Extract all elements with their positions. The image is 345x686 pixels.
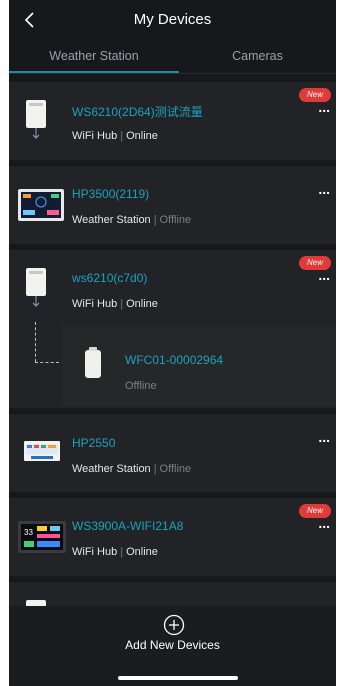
more-menu-icon[interactable]: ... (318, 182, 330, 196)
device-card[interactable]: HP3500(2119) Weather Station | Offline ... (9, 166, 336, 244)
plus-circle-icon[interactable] (163, 614, 185, 636)
weather-station-device-icon (24, 441, 60, 461)
separator: | (153, 463, 157, 475)
connector-line (35, 362, 59, 363)
home-indicator (118, 676, 238, 680)
device-status: Online (126, 298, 158, 310)
device-status: Online (126, 546, 158, 558)
add-new-devices-button[interactable]: Add New Devices (9, 638, 336, 652)
device-card[interactable]: WS6210(2D64)测试流量 WiFi Hub | Online New ... (9, 82, 336, 160)
device-card[interactable]: ws6210(c7d0) WiFi Hub | Online New ... WFC… (9, 250, 336, 408)
tab-weather-station[interactable]: Weather Station (9, 49, 179, 63)
device-meta: WiFi Hub | Online (72, 546, 158, 558)
more-menu-icon[interactable]: ... (318, 516, 330, 530)
device-status: Offline (159, 463, 192, 475)
device-type: WiFi Hub (72, 130, 118, 142)
separator: | (153, 214, 157, 226)
separator: | (120, 130, 124, 142)
device-card[interactable]: 33 WS3900A-WIFI21A8 WiFi Hub | Online New … (9, 498, 336, 576)
sub-device-card[interactable]: WFC01-00002964 Offline (62, 326, 336, 406)
tab-bar: Weather Station Cameras (9, 42, 336, 74)
device-name: HP2550 (72, 436, 116, 450)
separator: | (120, 298, 124, 310)
tab-cameras[interactable]: Cameras (179, 49, 336, 63)
device-meta: Weather Station | Offline (72, 463, 191, 475)
wifi-hub-device-icon (26, 100, 46, 139)
page-title: My Devices (133, 11, 212, 28)
svg-text:33: 33 (24, 528, 33, 537)
device-status: Online (126, 130, 158, 142)
device-type: Weather Station (72, 214, 151, 226)
sub-device-status: Offline (125, 380, 157, 392)
device-name: ws6210(c7d0) (72, 271, 148, 285)
device-type: WiFi Hub (72, 546, 118, 558)
more-menu-icon[interactable]: ... (318, 430, 330, 444)
screen: My Devices Weather Station Cameras WS621… (9, 0, 336, 686)
device-meta: WiFi Hub | Online (72, 130, 158, 142)
sub-device-icon (85, 347, 101, 378)
weather-station-device-icon (18, 189, 64, 221)
more-menu-icon[interactable]: ... (318, 268, 330, 282)
wifi-hub-device-icon (26, 268, 46, 307)
footer: Add New Devices (9, 606, 336, 686)
device-meta: Weather Station | Offline (72, 214, 191, 226)
device-card[interactable]: HP2550 Weather Station | Offline ... (9, 414, 336, 492)
device-name: WS6210(2D64)测试流量 (72, 105, 203, 119)
device-status: Offline (159, 214, 192, 226)
device-name: WS3900A-WIFI21A8 (72, 519, 184, 533)
sub-device-name: WFC01-00002964 (125, 353, 224, 367)
more-menu-icon[interactable]: ... (318, 100, 330, 114)
weather-station-device-icon: 33 (18, 521, 66, 553)
divider (9, 73, 336, 74)
device-type: Weather Station (72, 463, 151, 475)
device-type: WiFi Hub (72, 298, 118, 310)
header: My Devices (9, 0, 336, 40)
device-meta: WiFi Hub | Online (72, 298, 158, 310)
connector-line (35, 322, 36, 362)
device-name: HP3500(2119) (72, 187, 150, 201)
separator: | (120, 546, 124, 558)
